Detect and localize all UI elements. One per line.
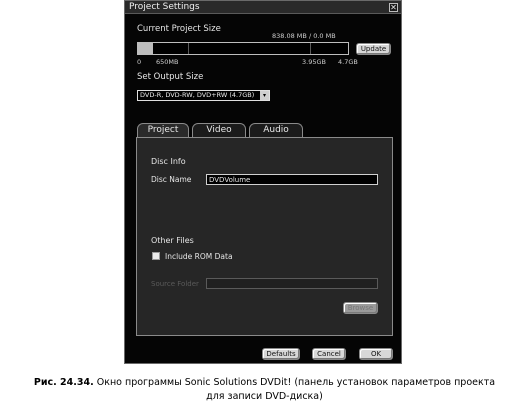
window-title: Project Settings xyxy=(129,2,200,12)
close-icon[interactable]: ✕ xyxy=(389,3,398,12)
ok-button[interactable]: OK xyxy=(359,348,393,360)
output-size-select[interactable]: DVD-R, DVD-RW, DVD+RW (4.7GB) ▾ xyxy=(137,90,270,101)
size-readout: 838.08 MB / 0.0 MB xyxy=(272,32,336,40)
marker-395gb xyxy=(310,43,311,54)
disc-info-heading: Disc Info xyxy=(151,157,186,166)
scale-47gb: 4.7GB xyxy=(338,58,358,66)
source-folder-input[interactable] xyxy=(206,278,378,289)
caption-text-line2: для записи DVD-диска) xyxy=(206,391,323,402)
figure-caption-line2: для записи DVD-диска) xyxy=(0,391,529,402)
other-files-heading: Other Files xyxy=(151,236,194,245)
title-bar[interactable]: Project Settings ✕ xyxy=(125,1,401,14)
source-folder-label: Source Folder xyxy=(151,280,199,288)
figure-caption-line1: Рис. 24.34. Окно программы Sonic Solutio… xyxy=(0,377,529,388)
output-size-label: Set Output Size xyxy=(137,72,204,82)
project-size-fill xyxy=(138,43,153,54)
marker-650mb xyxy=(188,43,189,54)
figure-number: Рис. 24.34. xyxy=(33,377,94,388)
output-size-value: DVD-R, DVD-RW, DVD+RW (4.7GB) xyxy=(140,91,255,99)
update-button[interactable]: Update xyxy=(356,43,391,55)
current-size-label: Current Project Size xyxy=(137,24,221,34)
include-rom-label: Include ROM Data xyxy=(165,252,233,261)
chevron-down-icon[interactable]: ▾ xyxy=(260,91,269,100)
project-size-bar xyxy=(137,42,349,55)
include-rom-checkbox[interactable] xyxy=(152,252,160,260)
scale-650mb: 650MB xyxy=(156,58,179,66)
disc-name-label: Disc Name xyxy=(151,175,192,184)
tab-project[interactable]: Project xyxy=(137,123,189,138)
defaults-button[interactable]: Defaults xyxy=(262,348,300,360)
tab-video[interactable]: Video xyxy=(192,123,246,137)
browse-button[interactable]: Browse xyxy=(343,302,378,314)
scale-zero: 0 xyxy=(137,58,142,66)
disc-name-input[interactable]: DVDVolume xyxy=(206,174,378,185)
tab-audio[interactable]: Audio xyxy=(249,123,303,137)
caption-text-line1: Окно программы Sonic Solutions DVDit! (п… xyxy=(93,377,496,388)
cancel-button[interactable]: Cancel xyxy=(312,348,346,360)
scale-395gb: 3.95GB xyxy=(302,58,326,66)
